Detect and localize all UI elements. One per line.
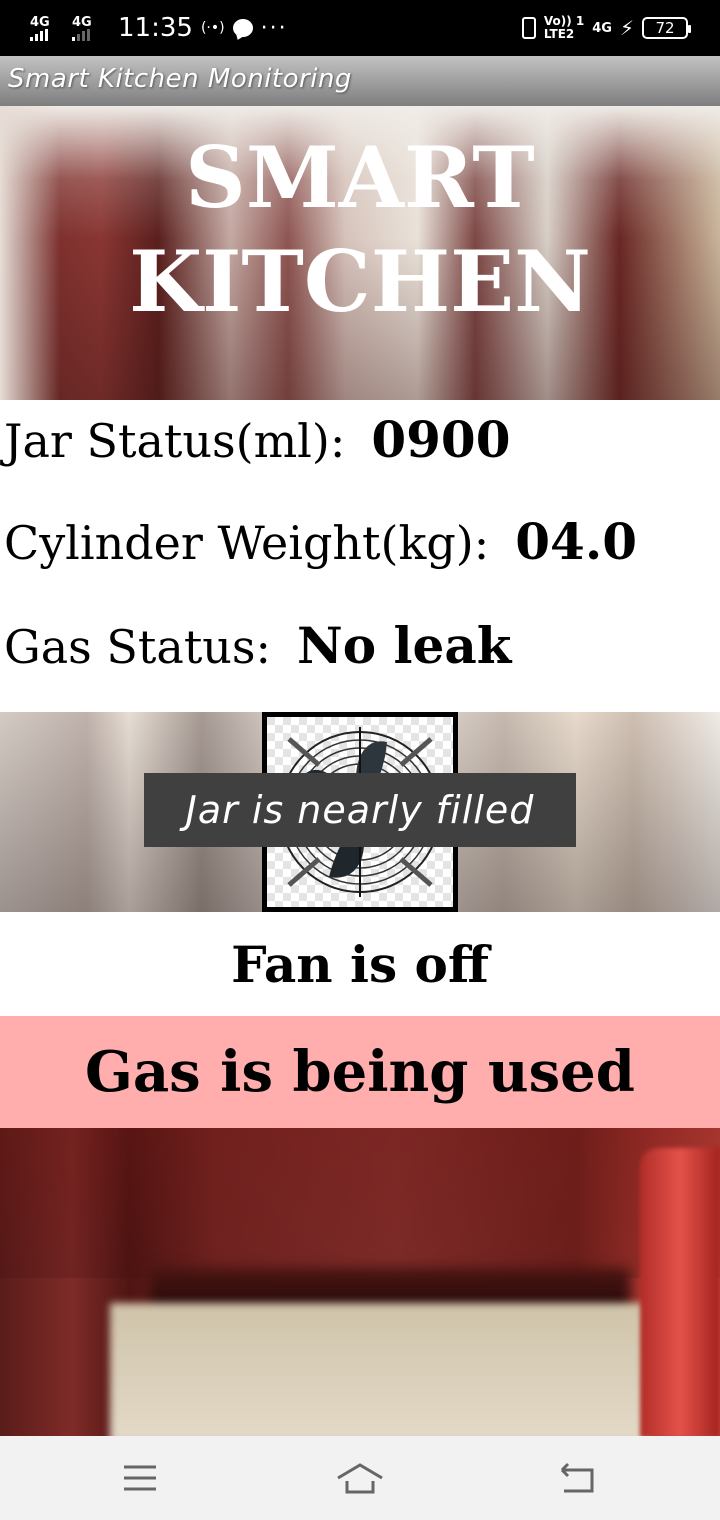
vibrate-icon: [521, 17, 536, 39]
gas-status-value: No leak: [297, 616, 512, 675]
gas-status-label: Gas Status:: [4, 620, 272, 674]
fan-section: Jar is nearly filled: [0, 712, 720, 912]
cylinder-weight-label: Cylinder Weight(kg):: [4, 516, 490, 570]
menu-button[interactable]: [110, 1456, 170, 1500]
cylinder-weight-row: Cylinder Weight(kg): 04.0: [4, 512, 637, 571]
status-bar: 4G 4G 11:35 (·•) ··· Vo)) 1 LTE2 4G ⚡ 72: [0, 0, 720, 56]
hotspot-icon: (·•): [200, 20, 225, 36]
cylinder-weight-value: 04.0: [515, 512, 638, 571]
kitchen-bottom-image: [0, 1128, 720, 1436]
charging-icon: ⚡: [619, 16, 634, 40]
readings-panel: Jar Status(ml): 0900 Cylinder Weight(kg)…: [0, 400, 720, 712]
network-4g-icon: 4G: [592, 20, 612, 36]
kitchen-floor: [110, 1303, 650, 1436]
kitchen-banner-image: SMART KITCHEN: [0, 106, 720, 400]
message-icon: [232, 19, 253, 37]
app-title-bar: Smart Kitchen Monitoring: [0, 56, 720, 106]
home-icon: [337, 1463, 383, 1494]
home-button[interactable]: [330, 1456, 390, 1500]
battery-icon: 72: [642, 17, 691, 39]
toast-message: Jar is nearly filled: [144, 773, 576, 847]
navigation-bar: [0, 1436, 720, 1520]
signal-2-icon: 4G: [72, 16, 106, 41]
gas-status-row: Gas Status: No leak: [4, 616, 511, 675]
clock: 11:35: [118, 13, 193, 43]
banner-title: SMART KITCHEN: [0, 126, 720, 334]
gas-cylinder: [640, 1148, 720, 1436]
fan-status: Fan is off: [0, 912, 720, 1016]
app-title: Smart Kitchen Monitoring: [8, 64, 352, 94]
signal-1-icon: 4G: [30, 16, 64, 41]
back-icon: [560, 1462, 594, 1493]
banner-title-line2: KITCHEN: [129, 232, 591, 331]
cabinet-shading: [0, 1128, 720, 1278]
banner-title-line1: SMART: [185, 128, 535, 227]
jar-status-label: Jar Status(ml):: [4, 414, 346, 468]
gas-usage-banner: Gas is being used: [0, 1016, 720, 1128]
volte-icon: Vo)) 1 LTE2: [543, 14, 585, 41]
more-notifications-icon: ···: [260, 15, 288, 41]
back-button[interactable]: [548, 1456, 608, 1500]
jar-status-value: 0900: [371, 410, 511, 469]
menu-icon: [124, 1465, 156, 1491]
jar-status-row: Jar Status(ml): 0900: [4, 410, 511, 469]
